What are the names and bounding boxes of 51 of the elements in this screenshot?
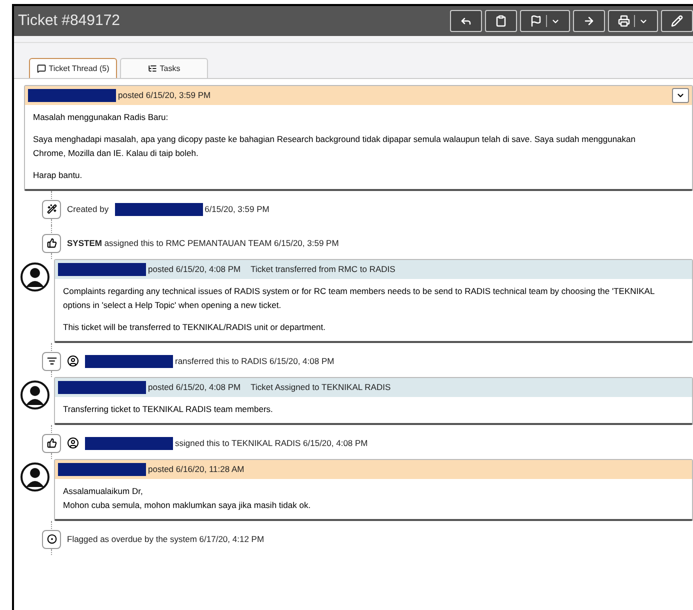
tab[interactable]: Ticket Thread (5) bbox=[29, 58, 117, 78]
thumbs-up-icon bbox=[46, 238, 56, 248]
message-text: options in 'select a Help Topic' when opening a new ticket. bbox=[63, 300, 282, 311]
pencil-icon bbox=[671, 15, 683, 27]
post-time: posted 6/15/20, 3:59 PM bbox=[118, 89, 211, 102]
clipboard-icon bbox=[495, 15, 507, 27]
tab[interactable]: Tasks bbox=[120, 58, 208, 78]
toolbar-button[interactable] bbox=[608, 10, 658, 32]
event-text: ransferred this to RADIS 6/15/20, 4:08 PM bbox=[174, 354, 334, 368]
arrow-right-icon bbox=[583, 15, 595, 27]
message-text: Saya menghadapi masalah, apa yang dicopy paste ke bahagian Research background tidak dipapar semula walaupun telah di save. Saya sudah menggunakan bbox=[33, 134, 636, 145]
message-text: This ticket will be transferred to TEKNIKAL/RADIS unit or department. bbox=[63, 322, 327, 333]
message-text: Harap bantu. bbox=[33, 170, 84, 181]
message-text: Complaints regarding any technical issues of RADIS system or for RC team members needs to be send to RADIS technical team by choosing the 'TEKNIKAL bbox=[63, 286, 656, 297]
message-text: Transferring ticket to TEKNIKAL RADIS team members. bbox=[63, 404, 274, 415]
message-text: Assalamualaikum Dr, bbox=[63, 486, 144, 497]
reply-icon bbox=[460, 15, 472, 27]
event-text: 6/15/20, 3:59 PM bbox=[204, 202, 270, 216]
post-title: Ticket Assigned to TEKNIKAL RADIS bbox=[250, 381, 391, 394]
toolbar-button[interactable] bbox=[485, 10, 517, 32]
event-text: SYSTEM assigned this to RMC PEMANTAUAN TEAM 6/15/20, 3:59 PM bbox=[67, 236, 340, 250]
toolbar-button[interactable] bbox=[450, 10, 482, 32]
user-icon bbox=[67, 437, 79, 449]
post-title: Ticket transferred from RMC to RADIS bbox=[250, 263, 396, 276]
window-title: Ticket #849172 bbox=[18, 10, 120, 31]
toolbar-button[interactable] bbox=[520, 10, 570, 32]
post-time: posted 6/15/20, 4:08 PM bbox=[148, 381, 241, 394]
message-text: Mohon cuba semula, mohon maklumkan saya jika masih tidak ok. bbox=[63, 500, 312, 511]
avatar-icon bbox=[20, 262, 50, 292]
thumbs-up-icon bbox=[46, 438, 56, 448]
event-text: Flagged as overdue by the system 6/17/20, 4:12 PM bbox=[67, 532, 266, 546]
avatar-icon bbox=[20, 380, 50, 410]
printer-icon bbox=[618, 15, 630, 27]
post-time: posted 6/15/20, 4:08 PM bbox=[148, 263, 241, 276]
wand-icon bbox=[46, 204, 56, 214]
tasks-icon bbox=[148, 64, 157, 73]
toolbar-button[interactable] bbox=[573, 10, 605, 32]
filter-icon bbox=[46, 356, 56, 366]
message-text: Chrome, Mozilla dan IE. Kalau di taip boleh. bbox=[33, 148, 200, 159]
chat-icon bbox=[36, 64, 46, 73]
user-icon bbox=[67, 355, 79, 367]
chevron-down-icon bbox=[676, 91, 685, 100]
avatar-icon bbox=[20, 462, 50, 492]
message-text: Masalah menggunakan Radis Baru: bbox=[33, 112, 170, 123]
flag-icon bbox=[530, 15, 542, 27]
circle-dot-icon bbox=[46, 534, 56, 544]
event-text: ssigned this to TEKNIKAL RADIS 6/15/20, 4:08 PM bbox=[174, 436, 368, 450]
post-time: posted 6/16/20, 11:28 AM bbox=[148, 463, 244, 476]
event-text: Created by bbox=[67, 202, 110, 216]
expand-button[interactable] bbox=[672, 88, 689, 103]
toolbar-button[interactable] bbox=[661, 10, 693, 32]
